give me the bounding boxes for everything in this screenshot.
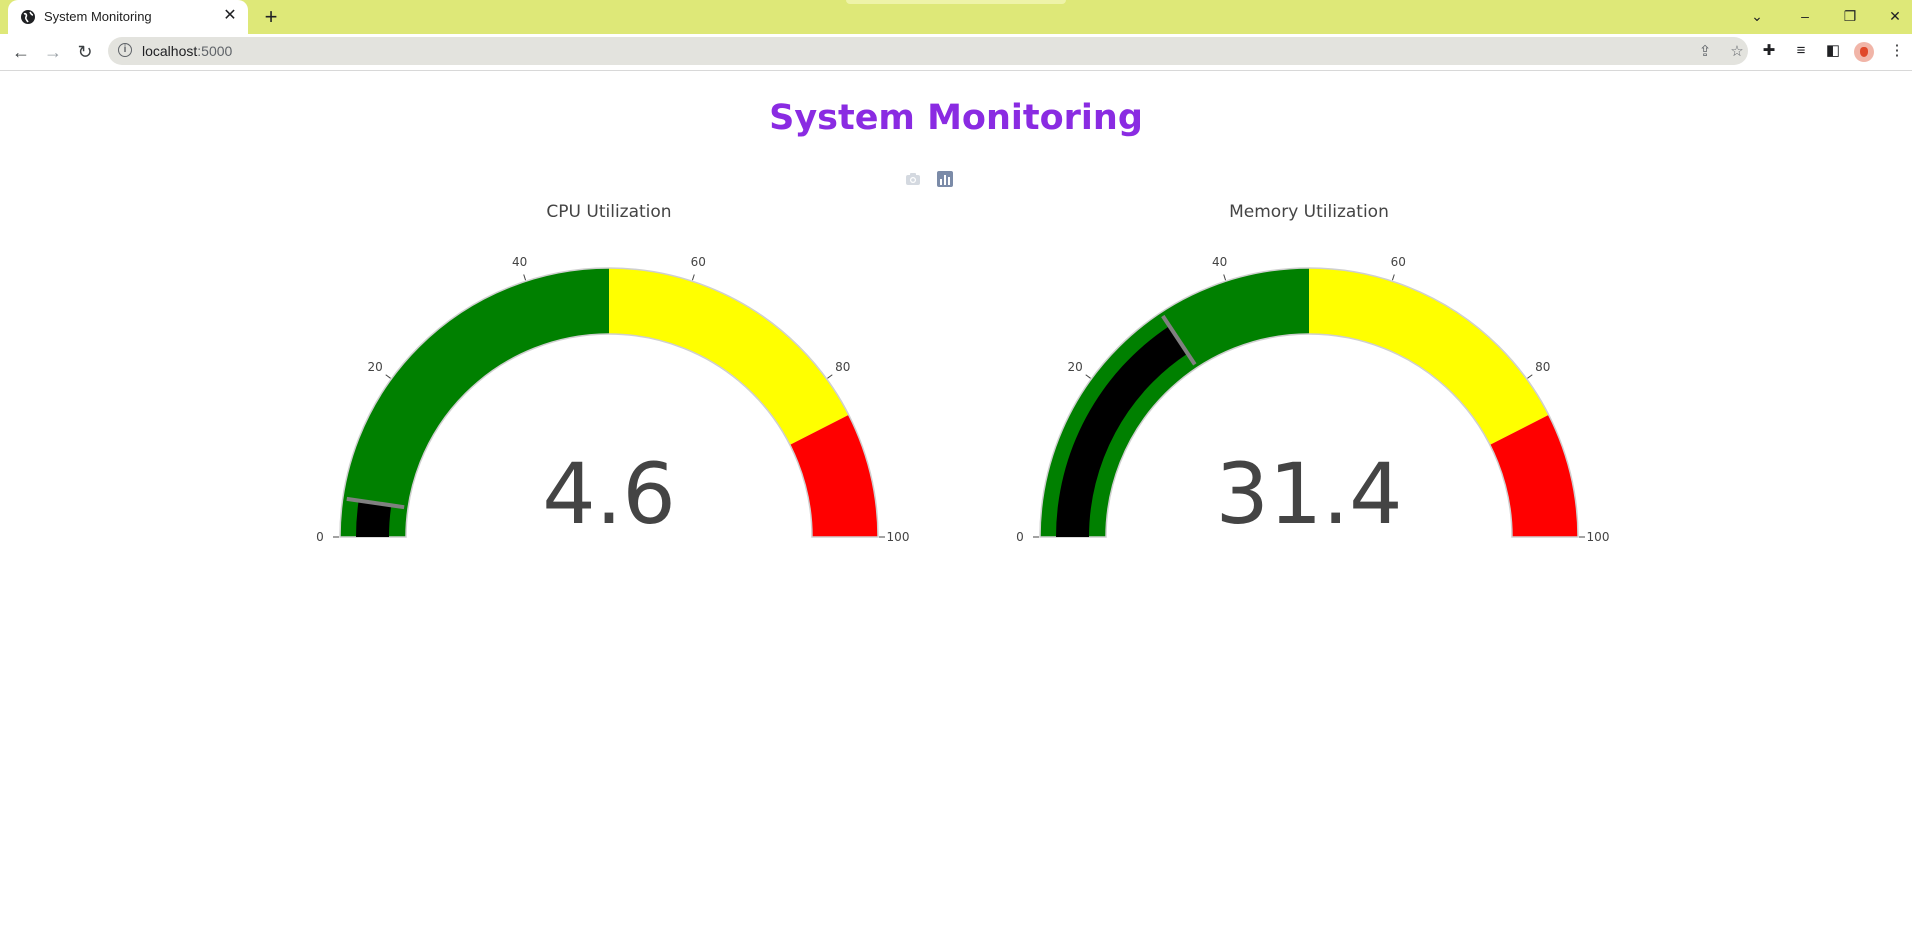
gauge-tick-mark bbox=[1085, 374, 1091, 379]
gauge-title: Memory Utilization bbox=[1229, 202, 1389, 222]
address-url: localhost:5000 bbox=[142, 43, 233, 59]
gauge-value-number: 31.4 bbox=[1215, 445, 1402, 543]
gauge-tick-label: 40 bbox=[512, 255, 527, 269]
gauge-tick-mark bbox=[523, 274, 527, 281]
page-title: System Monitoring bbox=[769, 98, 1143, 138]
gauge-tick-mark bbox=[1527, 374, 1533, 379]
tab-strip-notch bbox=[846, 0, 1066, 4]
gauge-charts: CPU Utilization 0 20 40 60 80 100 4.6 Memory Uti… bbox=[316, 202, 1609, 544]
gauge-tick-label: 60 bbox=[1391, 255, 1406, 269]
gauge-tick-mark bbox=[385, 374, 391, 379]
back-icon[interactable]: ← bbox=[9, 40, 33, 64]
gauge-tick-mark bbox=[1391, 274, 1395, 281]
gauge-value-number: 4.6 bbox=[542, 445, 676, 543]
gauge-tick-label: 20 bbox=[1068, 360, 1083, 374]
gauge-step-yellow bbox=[1309, 268, 1549, 445]
gauge-tick-label: 80 bbox=[1535, 360, 1550, 374]
gauge-tick-mark bbox=[827, 374, 833, 379]
gauge-tick-label: 20 bbox=[368, 360, 383, 374]
gauge-tick-label: 100 bbox=[887, 530, 910, 544]
new-tab-icon[interactable]: + bbox=[260, 6, 282, 28]
profile-avatar[interactable] bbox=[1854, 42, 1874, 62]
plotly-logo-icon[interactable] bbox=[936, 170, 954, 188]
side-panel-icon[interactable]: ◧ bbox=[1822, 40, 1844, 62]
gauge-tick-label: 80 bbox=[835, 360, 850, 374]
camera-icon[interactable] bbox=[904, 170, 922, 188]
menu-icon[interactable]: ⋮ bbox=[1886, 40, 1908, 62]
extensions-icon[interactable]: ✚ bbox=[1758, 40, 1780, 62]
bookmark-star-icon[interactable]: ☆ bbox=[1728, 43, 1746, 61]
gauge-tick-label: 0 bbox=[1016, 530, 1024, 544]
share-icon[interactable]: ⇪ bbox=[1696, 43, 1714, 61]
gauge-tick-label: 40 bbox=[1212, 255, 1227, 269]
browser-tab-strip: System Monitoring ✕ + ⌄ – ❐ ✕ bbox=[0, 0, 1912, 34]
gauge-tick-label: 60 bbox=[691, 255, 706, 269]
gauge-tick-mark bbox=[1223, 274, 1227, 281]
reload-icon[interactable]: ↻ bbox=[73, 40, 97, 64]
gauge-tick-label: 100 bbox=[1587, 530, 1610, 544]
media-queue-icon[interactable]: ≡ bbox=[1790, 40, 1812, 62]
forward-icon[interactable]: → bbox=[41, 40, 65, 64]
browser-toolbar: ← → ↻ i localhost:5000 ⇪ ☆ ✚ ≡ ◧ ⋮ bbox=[0, 34, 1912, 71]
close-window-icon[interactable]: ✕ bbox=[1882, 4, 1908, 28]
gauge-1: Memory Utilization 0 20 40 60 80 100 31.4 bbox=[1016, 202, 1609, 544]
gauge-0: CPU Utilization 0 20 40 60 80 100 4.6 bbox=[316, 202, 909, 544]
gauge-step-yellow bbox=[609, 268, 849, 445]
restore-icon[interactable]: ❐ bbox=[1837, 4, 1863, 28]
globe-icon bbox=[21, 10, 35, 24]
site-info-icon[interactable]: i bbox=[118, 43, 132, 57]
tab-title: System Monitoring bbox=[44, 9, 152, 24]
address-bar[interactable]: i localhost:5000 ⇪ ☆ bbox=[108, 37, 1748, 65]
tab-close-icon[interactable]: ✕ bbox=[220, 6, 240, 26]
minimize-icon[interactable]: – bbox=[1792, 4, 1818, 28]
gauge-tick-mark bbox=[691, 274, 695, 281]
browser-tab[interactable]: System Monitoring ✕ bbox=[8, 0, 248, 34]
tab-search-icon[interactable]: ⌄ bbox=[1744, 4, 1770, 28]
gauge-title: CPU Utilization bbox=[546, 202, 671, 222]
gauge-tick-label: 0 bbox=[316, 530, 324, 544]
